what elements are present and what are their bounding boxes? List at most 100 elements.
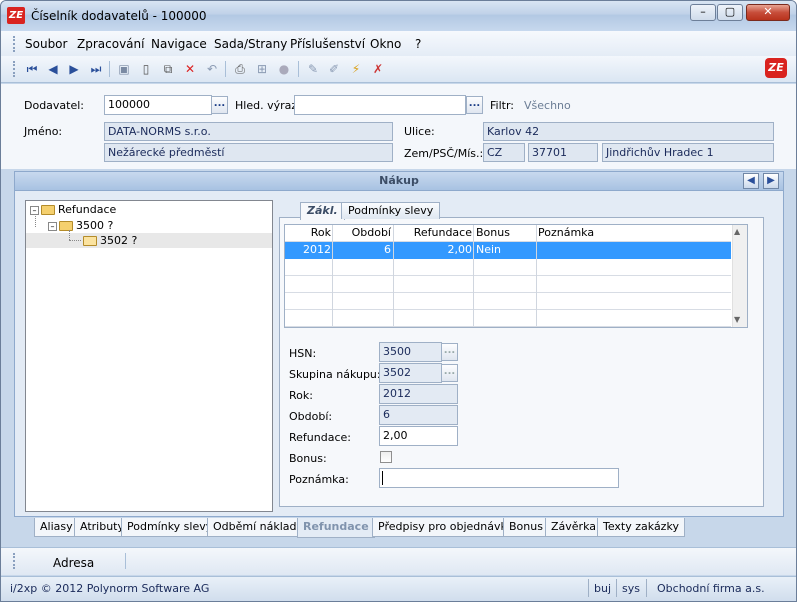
- skupina-field: 3502: [379, 363, 442, 383]
- maximize-button[interactable]: ▢: [717, 4, 743, 21]
- filtr-value[interactable]: Všechno: [524, 99, 571, 112]
- undo-icon[interactable]: ↶: [204, 61, 220, 77]
- tab-odbemi-naklady[interactable]: Odběmí náklady: [207, 518, 310, 537]
- tree-node-3502[interactable]: 3502 ?: [83, 234, 137, 247]
- tree-connector: [69, 240, 81, 241]
- jmeno-field-line2: Nežárecké předměstí: [104, 143, 393, 162]
- window-title: Číselník dodavatelů - 100000: [31, 9, 207, 23]
- toolbar-grip: [13, 61, 16, 77]
- refundace-input[interactable]: 2,00: [379, 426, 458, 446]
- save-icon[interactable]: ▣: [116, 61, 132, 77]
- obdobi-field: 6: [379, 405, 458, 425]
- hsn-field: 3500: [379, 342, 442, 362]
- column-header-obdobi[interactable]: Období: [334, 226, 391, 239]
- tree-node-label: 3502 ?: [100, 234, 138, 247]
- section-title-bar: Nákup: [14, 171, 784, 191]
- jmeno-label: Jméno:: [24, 125, 63, 138]
- status-company: Obchodní firma a.s.: [657, 582, 765, 595]
- filter-clear-icon[interactable]: ✗: [370, 61, 386, 77]
- tree-connector: [35, 214, 36, 227]
- delete-icon[interactable]: ✕: [182, 61, 198, 77]
- ulice-field: Karlov 42: [483, 122, 774, 141]
- copy-icon[interactable]: ⧉: [160, 61, 176, 77]
- next-record-icon[interactable]: ▶: [66, 61, 82, 77]
- menu-help[interactable]: ?: [415, 37, 421, 51]
- dodavatel-lookup-button[interactable]: ...: [211, 96, 228, 114]
- address-separator: [125, 553, 126, 569]
- table-row[interactable]: 2012 6 2,00 Nein: [285, 242, 731, 259]
- disabled-circle-icon: ●: [278, 62, 290, 76]
- hsn-label: HSN:: [289, 347, 317, 360]
- adresa-button[interactable]: Adresa: [53, 556, 94, 570]
- skupina-label: Skupina nákupu:: [289, 368, 381, 381]
- misto-field: Jindřichův Hradec 1: [602, 143, 774, 162]
- poznamka-input[interactable]: [379, 468, 619, 488]
- close-button[interactable]: ✕: [746, 4, 790, 21]
- bonus-checkbox[interactable]: [380, 451, 392, 463]
- jmeno-field: DATA-NORMS s.r.o.: [104, 122, 393, 141]
- print-icon[interactable]: ⎙: [232, 61, 248, 77]
- menu-navigace[interactable]: Navigace: [151, 37, 207, 51]
- tab-refundace[interactable]: Refundace: [297, 518, 375, 538]
- grid-column-divider: [473, 225, 474, 326]
- dodavatel-input[interactable]: 100000: [104, 95, 212, 115]
- cell-obdobi: 6: [384, 243, 391, 256]
- empty-row: [285, 259, 731, 276]
- hsn-lookup-button: ...: [441, 343, 458, 361]
- column-header-rok[interactable]: Rok: [285, 226, 331, 239]
- menu-zpracovani[interactable]: Zpracování: [77, 37, 144, 51]
- column-header-poznamka[interactable]: Poznámka: [538, 226, 594, 239]
- tab-zaverka[interactable]: Závěrka: [545, 518, 602, 537]
- first-record-icon[interactable]: ⏮: [24, 61, 40, 77]
- menu-sada-strany[interactable]: Sada/Strany: [214, 37, 287, 51]
- menu-grip: [13, 36, 16, 52]
- obdobi-label: Období:: [289, 410, 333, 423]
- edit-line-icon[interactable]: ✐: [326, 61, 342, 77]
- tree-connector: [69, 230, 70, 240]
- filtr-label: Filtr:: [490, 99, 514, 112]
- folder-icon: [41, 205, 55, 215]
- menu-soubor[interactable]: Soubor: [25, 37, 67, 51]
- tab-podminky-slevy[interactable]: Podmínky slevy: [341, 202, 441, 219]
- menu-okno[interactable]: Okno: [370, 37, 401, 51]
- collapse-icon[interactable]: –: [48, 221, 57, 231]
- minimize-button[interactable]: –: [690, 4, 716, 21]
- empty-row: [285, 310, 731, 327]
- tab-aliasy[interactable]: Aliasy: [34, 518, 79, 537]
- toolbar-separator: [109, 61, 110, 77]
- grid-scrollbar[interactable]: [732, 225, 747, 327]
- tree-node-refundace[interactable]: – Refundace: [30, 203, 116, 216]
- grid-column-divider: [332, 225, 333, 326]
- status-separator: [616, 579, 617, 597]
- menu-prislusenstvi[interactable]: Příslušenství: [290, 37, 365, 51]
- tree-node-3500[interactable]: – 3500 ?: [48, 219, 113, 232]
- section-prev-button[interactable]: ◀: [743, 173, 759, 189]
- tree-structure-icon[interactable]: ⊞: [254, 61, 270, 77]
- search-lookup-button[interactable]: ...: [466, 96, 483, 114]
- tree-node-label: 3500 ?: [76, 219, 114, 232]
- tab-podminky-slevy-bottom[interactable]: Podmínky slevy: [121, 518, 219, 537]
- cell-bonus: Nein: [476, 243, 502, 256]
- toolbar-separator: [298, 61, 299, 77]
- tab-zakl[interactable]: Zákl.: [300, 202, 345, 220]
- edit-icon[interactable]: ✎: [305, 61, 321, 77]
- status-copyright: i/2xp © 2012 Polynorm Software AG: [10, 582, 210, 595]
- last-record-icon[interactable]: ⏭: [88, 61, 104, 77]
- column-header-bonus[interactable]: Bonus: [476, 226, 510, 239]
- tab-bonus[interactable]: Bonus: [503, 518, 549, 537]
- tab-texty-zakazky[interactable]: Texty zakázky: [597, 518, 685, 537]
- new-document-icon[interactable]: ▯: [138, 61, 154, 77]
- previous-record-icon[interactable]: ◀: [45, 61, 61, 77]
- bonus-label: Bonus:: [289, 452, 327, 465]
- section-next-button[interactable]: ▶: [763, 173, 779, 189]
- scroll-down-icon[interactable]: ▼: [734, 315, 740, 324]
- rok-label: Rok:: [289, 389, 313, 402]
- cell-refundace: 2,00: [447, 243, 473, 256]
- search-input[interactable]: [294, 95, 466, 115]
- column-header-refundace[interactable]: Refundace: [394, 226, 472, 239]
- lightning-icon[interactable]: ⚡: [348, 61, 364, 77]
- tab-predpisy[interactable]: Předpisy pro objednávku: [372, 518, 520, 537]
- scroll-up-icon[interactable]: ▲: [734, 227, 740, 236]
- grid-column-divider: [393, 225, 394, 326]
- tree-selected-row: [26, 233, 272, 248]
